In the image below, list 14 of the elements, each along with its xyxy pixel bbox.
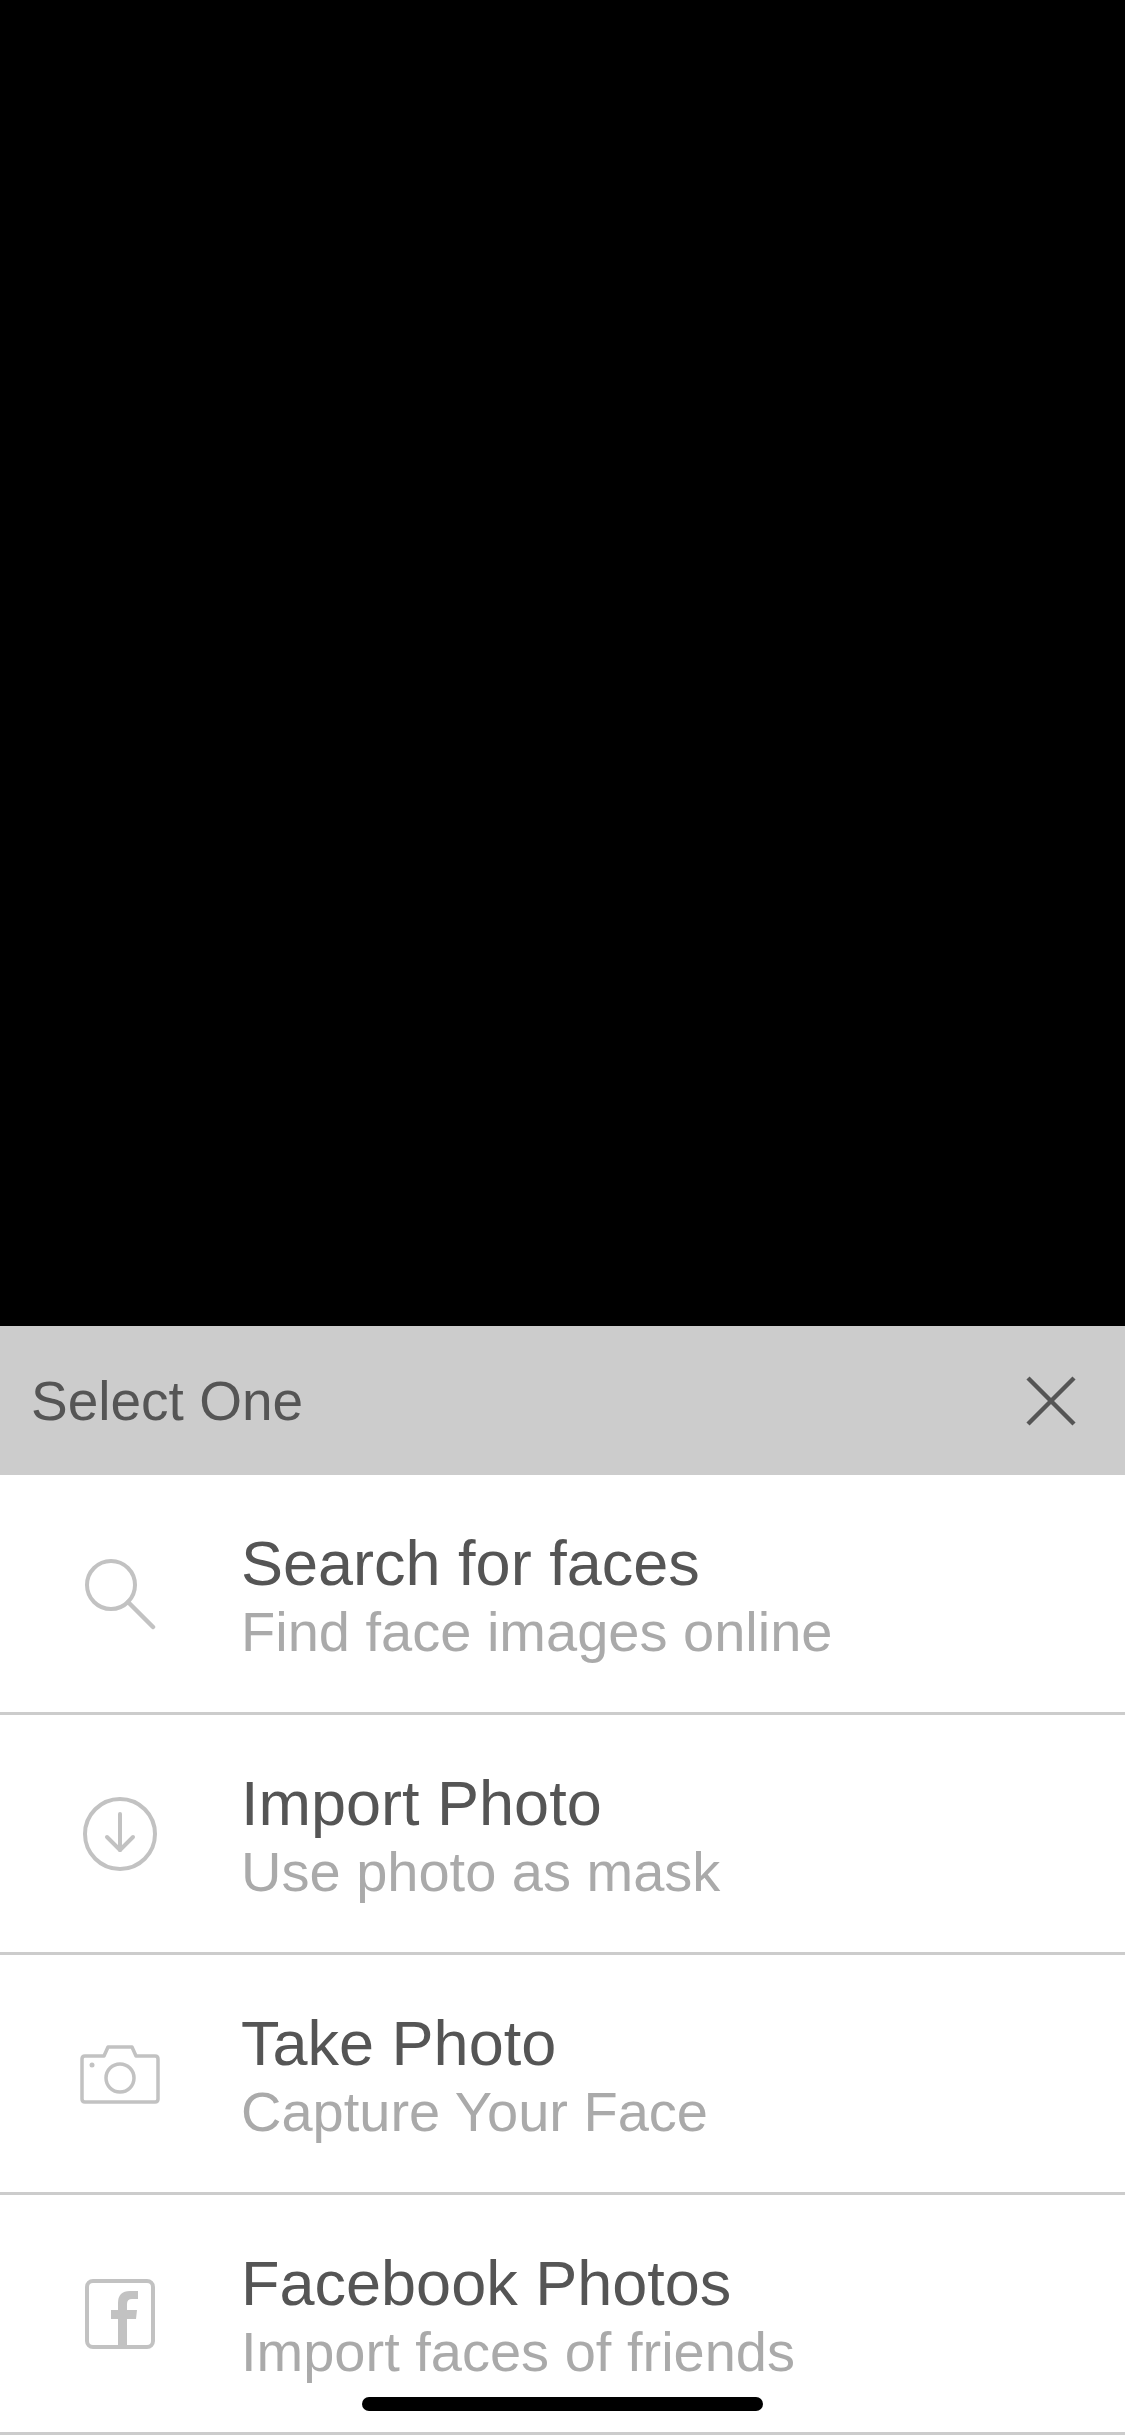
option-subtitle: Capture Your Face (241, 2078, 708, 2145)
option-title: Facebook Photos (241, 2246, 732, 2319)
sheet-title: Select One (31, 1368, 304, 1434)
search-icon (84, 1557, 156, 1630)
facebook-icon (85, 2278, 155, 2349)
option-subtitle: Find face images online (241, 1598, 833, 1665)
camera-icon (80, 2043, 160, 2104)
option-subtitle: Import faces of friends (241, 2318, 795, 2385)
option-title: Search for faces (241, 1526, 700, 1599)
option-title: Take Photo (241, 2006, 557, 2079)
option-title: Import Photo (241, 1766, 602, 1839)
option-subtitle: Use photo as mask (241, 1838, 721, 1905)
close-icon (1025, 1374, 1077, 1427)
close-button[interactable] (1025, 1374, 1077, 1427)
